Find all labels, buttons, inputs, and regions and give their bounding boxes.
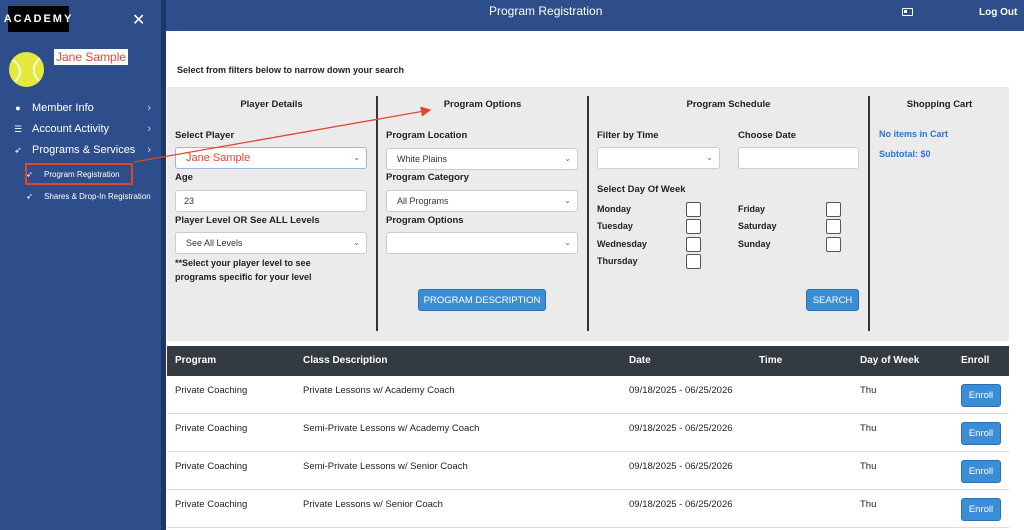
annotation-arrow: [133, 106, 432, 163]
annotation-arrows: [133, 106, 432, 163]
